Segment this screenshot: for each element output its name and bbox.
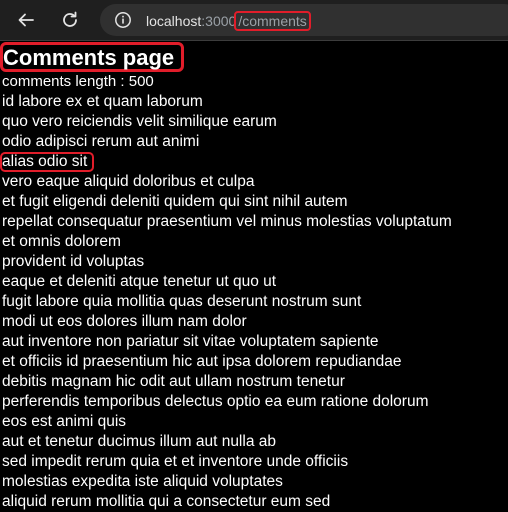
comment-item: et officiis id praesentium hic aut ipsa … (2, 353, 402, 370)
comment-item: sed impedit rerum quia et et inventore u… (2, 453, 349, 470)
comment-highlight: alias odio sit (0, 152, 95, 172)
comment-item: debitis magnam hic odit aut ullam nostru… (2, 373, 345, 390)
comment-item: modi ut eos dolores illum nam dolor (2, 313, 247, 330)
comment-item: eaque et deleniti atque tenetur ut quo u… (2, 273, 277, 290)
page-title: Comments page (0, 42, 185, 72)
page-content: Comments page comments length : 500 id l… (0, 42, 506, 512)
url-port: :3000 (201, 13, 237, 29)
comment-item: aliquid rerum mollitia qui a consectetur… (2, 493, 331, 510)
url-path-highlight: /comments (234, 11, 311, 31)
url-path: comments (242, 13, 307, 29)
address-bar[interactable]: localhost:3000/comments (100, 4, 508, 36)
reload-button[interactable] (58, 8, 82, 32)
comments-length: comments length : 500 (2, 73, 154, 90)
back-button[interactable] (14, 8, 38, 32)
comment-item: odio adipisci rerum aut animi (2, 133, 200, 150)
url-text[interactable]: localhost:3000/comments (146, 11, 311, 31)
url-host: localhost (146, 13, 202, 29)
comment-item: id labore ex et quam laborum (2, 93, 203, 110)
comment-item: aut et tenetur ducimus illum aut nulla a… (2, 433, 276, 450)
comment-item: quo vero reiciendis velit similique earu… (2, 113, 277, 130)
comment-item: provident id voluptas (2, 253, 145, 270)
comment-item: et fugit eligendi deleniti quidem qui si… (2, 193, 348, 210)
comment-item: perferendis temporibus delectus optio ea… (2, 393, 429, 410)
comment-item-highlighted: alias odio sit (0, 152, 506, 172)
comment-list: id labore ex et quam laborum quo vero re… (0, 92, 506, 512)
info-icon[interactable] (114, 11, 132, 29)
reload-icon (63, 11, 77, 27)
comment-item: molestias expedita iste aliquid voluptat… (2, 473, 283, 490)
browser-toolbar: localhost:3000/comments (0, 0, 508, 41)
comment-item: eos est animi quis (2, 413, 127, 430)
comment-item: et omnis dolorem (2, 233, 121, 250)
comment-item: repellat consequatur praesentium vel min… (2, 213, 452, 230)
back-arrow-icon (18, 13, 34, 27)
comment-item: aut inventore non pariatur sit vitae vol… (2, 333, 379, 350)
comment-item: fugit labore quia mollitia quas deserunt… (2, 293, 362, 310)
comment-item: vero eaque aliquid doloribus et culpa (2, 173, 255, 190)
